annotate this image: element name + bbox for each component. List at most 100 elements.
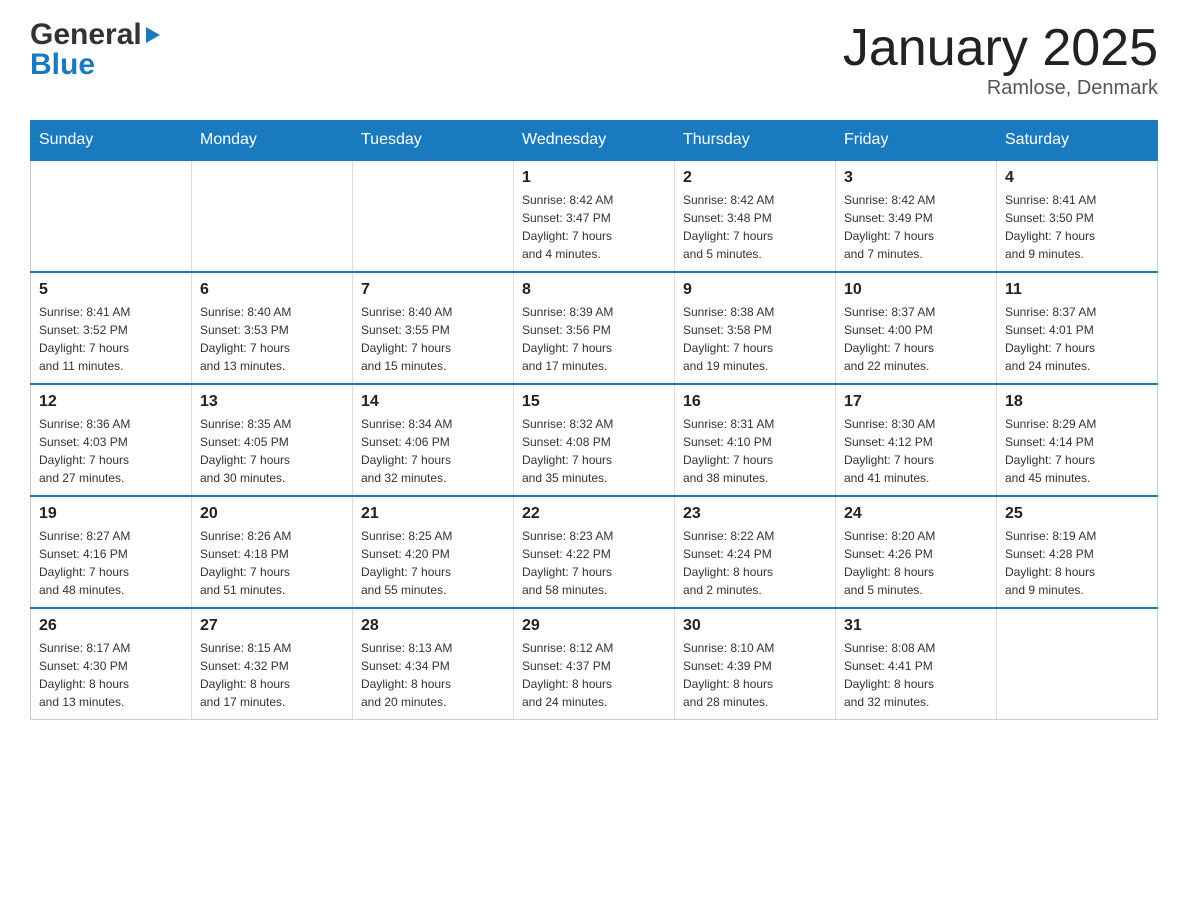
weekday-sunday: Sunday <box>31 121 192 161</box>
day-info: Sunrise: 8:15 AMSunset: 4:32 PMDaylight:… <box>200 639 344 711</box>
day-number: 11 <box>1005 281 1149 299</box>
week-row-2: 5Sunrise: 8:41 AMSunset: 3:52 PMDaylight… <box>31 272 1158 384</box>
day-number: 13 <box>200 393 344 411</box>
day-number: 5 <box>39 281 183 299</box>
day-info: Sunrise: 8:31 AMSunset: 4:10 PMDaylight:… <box>683 415 827 487</box>
day-number: 29 <box>522 617 666 635</box>
day-number: 20 <box>200 505 344 523</box>
calendar-cell: 31 Sunrise: 8:08 AMSunset: 4:41 PMDayligh… <box>836 608 997 720</box>
day-info: Sunrise: 8:41 AMSunset: 3:50 PMDaylight:… <box>1005 191 1149 263</box>
day-number: 3 <box>844 169 988 187</box>
title-block: January 2025 Ramlose, Denmark <box>843 20 1158 100</box>
day-number: 18 <box>1005 393 1149 411</box>
day-info: Sunrise: 8:42 AMSunset: 3:48 PMDaylight:… <box>683 191 827 263</box>
weekday-monday: Monday <box>192 121 353 161</box>
calendar-cell: 29 Sunrise: 8:12 AMSunset: 4:37 PMDayligh… <box>514 608 675 720</box>
day-info: Sunrise: 8:22 AMSunset: 4:24 PMDaylight:… <box>683 527 827 599</box>
calendar-cell: 27 Sunrise: 8:15 AMSunset: 4:32 PMDayligh… <box>192 608 353 720</box>
calendar-cell <box>192 160 353 272</box>
logo-general: General <box>30 20 160 50</box>
day-number: 4 <box>1005 169 1149 187</box>
calendar-cell: 17Sunrise: 8:30 AMSunset: 4:12 PMDayligh… <box>836 384 997 496</box>
day-info: Sunrise: 8:38 AMSunset: 3:58 PMDaylight:… <box>683 303 827 375</box>
calendar-cell: 6 Sunrise: 8:40 AMSunset: 3:53 PMDaylight… <box>192 272 353 384</box>
calendar-cell: 2 Sunrise: 8:42 AMSunset: 3:48 PMDaylight… <box>675 160 836 272</box>
calendar-title: January 2025 <box>843 20 1158 77</box>
calendar-cell: 12 Sunrise: 8:36 AMSunset: 4:03 PMDayligh… <box>31 384 192 496</box>
calendar-cell <box>997 608 1158 720</box>
calendar-cell: 30 Sunrise: 8:10 AMSunset: 4:39 PMDayligh… <box>675 608 836 720</box>
calendar-cell: 4 Sunrise: 8:41 AMSunset: 3:50 PMDaylight… <box>997 160 1158 272</box>
calendar-cell: 26Sunrise: 8:17 AMSunset: 4:30 PMDayligh… <box>31 608 192 720</box>
calendar-cell: 28 Sunrise: 8:13 AMSunset: 4:34 PMDayligh… <box>353 608 514 720</box>
calendar-cell <box>31 160 192 272</box>
logo-triangle-icon <box>146 27 160 43</box>
day-info: Sunrise: 8:34 AMSunset: 4:06 PMDaylight:… <box>361 415 505 487</box>
calendar-cell: 13 Sunrise: 8:35 AMSunset: 4:05 PMDayligh… <box>192 384 353 496</box>
logo: General Blue <box>30 20 160 80</box>
day-info: Sunrise: 8:35 AMSunset: 4:05 PMDaylight:… <box>200 415 344 487</box>
logo-blue: Blue <box>30 50 95 80</box>
day-number: 16 <box>683 393 827 411</box>
day-number: 30 <box>683 617 827 635</box>
day-info: Sunrise: 8:12 AMSunset: 4:37 PMDaylight:… <box>522 639 666 711</box>
weekday-tuesday: Tuesday <box>353 121 514 161</box>
calendar-cell: 10Sunrise: 8:37 AMSunset: 4:00 PMDayligh… <box>836 272 997 384</box>
day-info: Sunrise: 8:40 AMSunset: 3:53 PMDaylight:… <box>200 303 344 375</box>
week-row-4: 19 Sunrise: 8:27 AMSunset: 4:16 PMDayligh… <box>31 496 1158 608</box>
day-number: 25 <box>1005 505 1149 523</box>
calendar-cell: 5Sunrise: 8:41 AMSunset: 3:52 PMDaylight… <box>31 272 192 384</box>
calendar-cell: 11 Sunrise: 8:37 AMSunset: 4:01 PMDayligh… <box>997 272 1158 384</box>
calendar-cell: 22 Sunrise: 8:23 AMSunset: 4:22 PMDayligh… <box>514 496 675 608</box>
day-number: 19 <box>39 505 183 523</box>
day-info: Sunrise: 8:19 AMSunset: 4:28 PMDaylight:… <box>1005 527 1149 599</box>
day-number: 21 <box>361 505 505 523</box>
calendar-cell: 21Sunrise: 8:25 AMSunset: 4:20 PMDayligh… <box>353 496 514 608</box>
day-number: 9 <box>683 281 827 299</box>
calendar-cell: 1 Sunrise: 8:42 AMSunset: 3:47 PMDaylight… <box>514 160 675 272</box>
day-info: Sunrise: 8:13 AMSunset: 4:34 PMDaylight:… <box>361 639 505 711</box>
week-row-3: 12 Sunrise: 8:36 AMSunset: 4:03 PMDayligh… <box>31 384 1158 496</box>
day-number: 6 <box>200 281 344 299</box>
day-number: 22 <box>522 505 666 523</box>
calendar-cell: 3Sunrise: 8:42 AMSunset: 3:49 PMDaylight… <box>836 160 997 272</box>
weekday-wednesday: Wednesday <box>514 121 675 161</box>
day-info: Sunrise: 8:30 AMSunset: 4:12 PMDaylight:… <box>844 415 988 487</box>
calendar-cell: 23 Sunrise: 8:22 AMSunset: 4:24 PMDayligh… <box>675 496 836 608</box>
calendar-cell: 8Sunrise: 8:39 AMSunset: 3:56 PMDaylight… <box>514 272 675 384</box>
day-info: Sunrise: 8:42 AMSunset: 3:47 PMDaylight:… <box>522 191 666 263</box>
day-number: 10 <box>844 281 988 299</box>
calendar-cell <box>353 160 514 272</box>
day-number: 2 <box>683 169 827 187</box>
calendar-cell: 19 Sunrise: 8:27 AMSunset: 4:16 PMDayligh… <box>31 496 192 608</box>
day-number: 28 <box>361 617 505 635</box>
day-info: Sunrise: 8:10 AMSunset: 4:39 PMDaylight:… <box>683 639 827 711</box>
calendar-cell: 20Sunrise: 8:26 AMSunset: 4:18 PMDayligh… <box>192 496 353 608</box>
weekday-header-row: SundayMondayTuesdayWednesdayThursdayFrid… <box>31 121 1158 161</box>
day-info: Sunrise: 8:08 AMSunset: 4:41 PMDaylight:… <box>844 639 988 711</box>
day-number: 1 <box>522 169 666 187</box>
weekday-saturday: Saturday <box>997 121 1158 161</box>
weekday-thursday: Thursday <box>675 121 836 161</box>
calendar-subtitle: Ramlose, Denmark <box>843 77 1158 100</box>
calendar-cell: 18Sunrise: 8:29 AMSunset: 4:14 PMDayligh… <box>997 384 1158 496</box>
calendar-body: 1 Sunrise: 8:42 AMSunset: 3:47 PMDaylight… <box>31 160 1158 720</box>
calendar-cell: 25 Sunrise: 8:19 AMSunset: 4:28 PMDayligh… <box>997 496 1158 608</box>
day-info: Sunrise: 8:37 AMSunset: 4:01 PMDaylight:… <box>1005 303 1149 375</box>
page-header: General Blue January 2025 Ramlose, Denma… <box>30 20 1158 100</box>
calendar-cell: 9 Sunrise: 8:38 AMSunset: 3:58 PMDaylight… <box>675 272 836 384</box>
day-number: 23 <box>683 505 827 523</box>
day-number: 24 <box>844 505 988 523</box>
day-info: Sunrise: 8:27 AMSunset: 4:16 PMDaylight:… <box>39 527 183 599</box>
calendar-cell: 24 Sunrise: 8:20 AMSunset: 4:26 PMDayligh… <box>836 496 997 608</box>
weekday-friday: Friday <box>836 121 997 161</box>
day-number: 31 <box>844 617 988 635</box>
day-info: Sunrise: 8:36 AMSunset: 4:03 PMDaylight:… <box>39 415 183 487</box>
day-info: Sunrise: 8:39 AMSunset: 3:56 PMDaylight:… <box>522 303 666 375</box>
week-row-5: 26Sunrise: 8:17 AMSunset: 4:30 PMDayligh… <box>31 608 1158 720</box>
day-info: Sunrise: 8:17 AMSunset: 4:30 PMDaylight:… <box>39 639 183 711</box>
day-info: Sunrise: 8:20 AMSunset: 4:26 PMDaylight:… <box>844 527 988 599</box>
day-number: 12 <box>39 393 183 411</box>
day-number: 27 <box>200 617 344 635</box>
day-info: Sunrise: 8:23 AMSunset: 4:22 PMDaylight:… <box>522 527 666 599</box>
